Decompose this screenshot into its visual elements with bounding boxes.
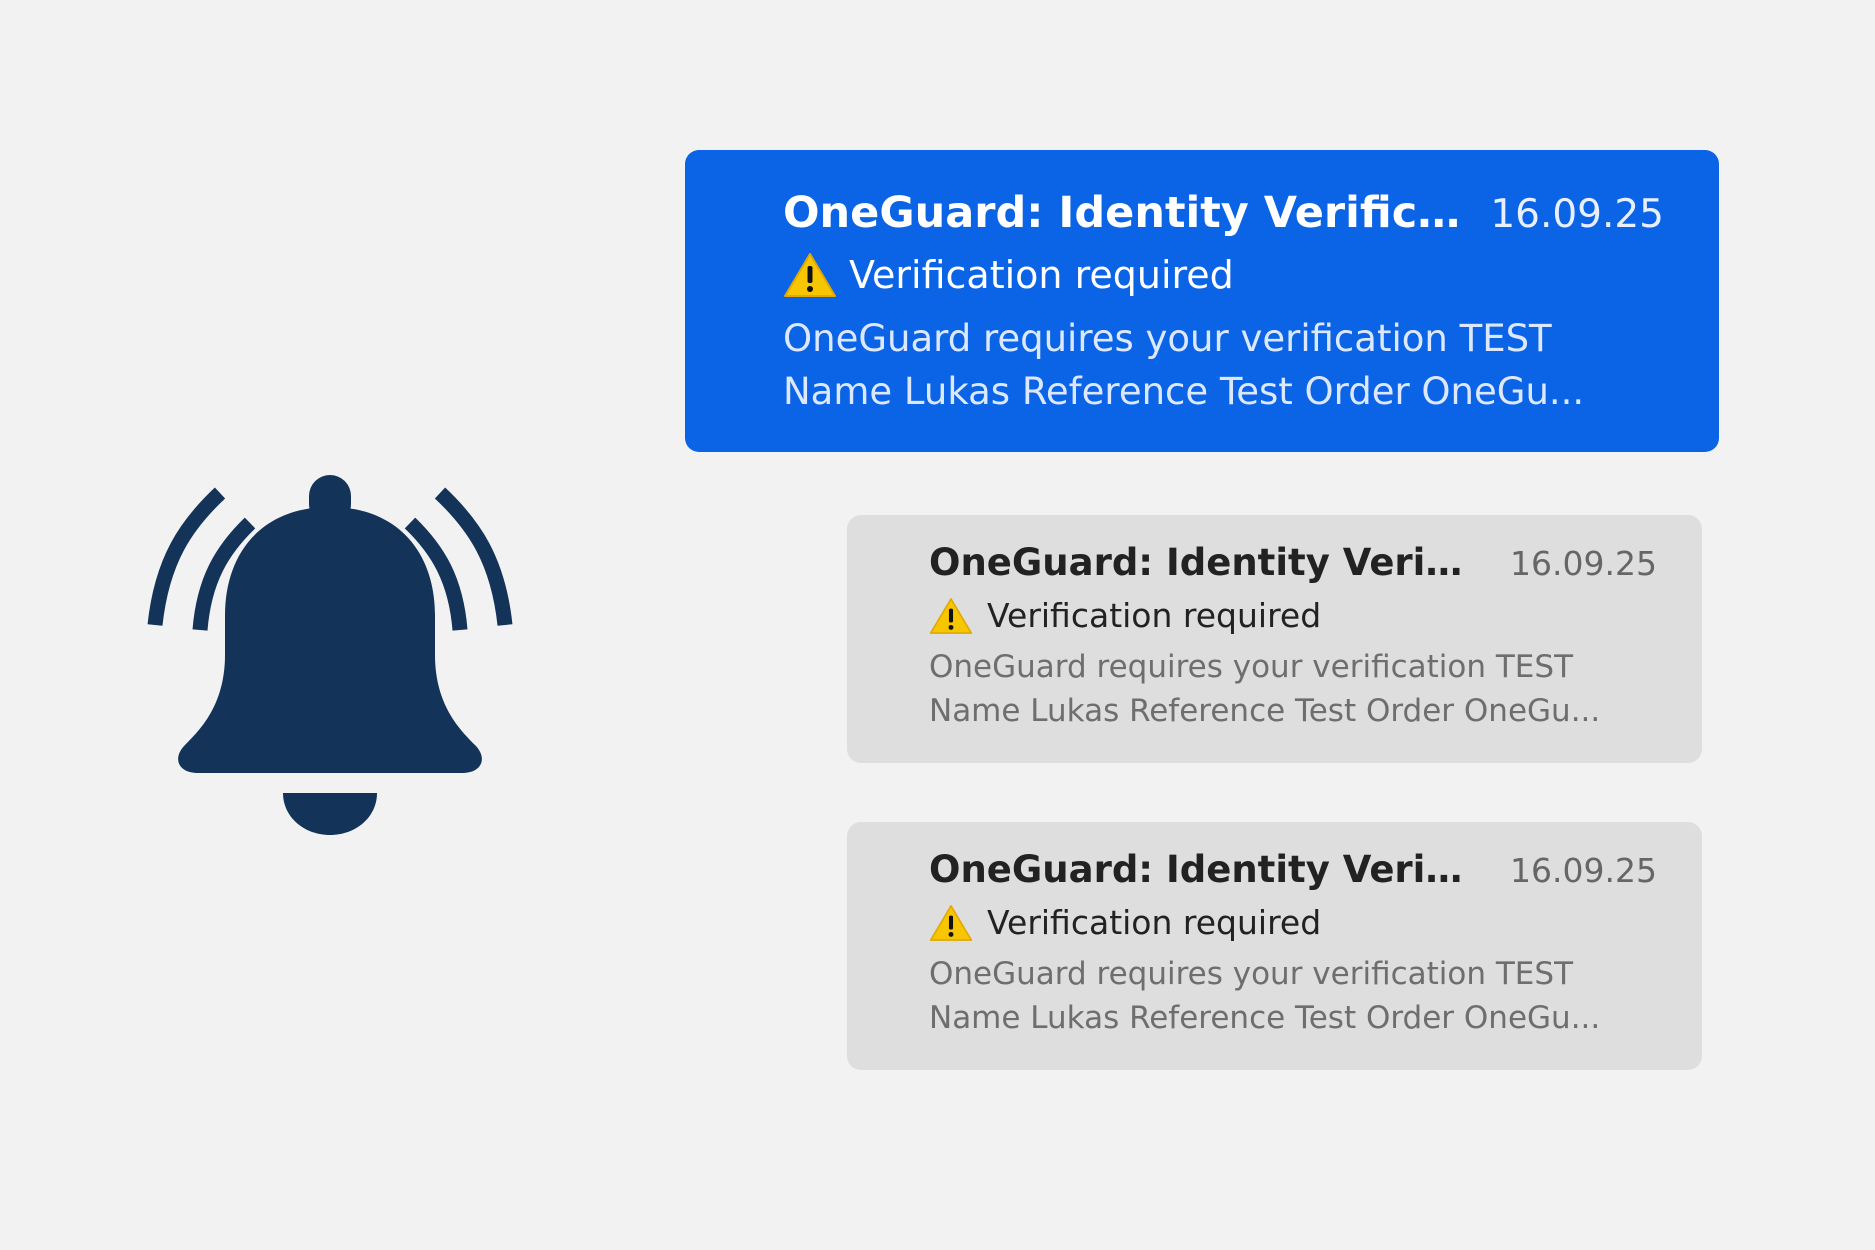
notification-title: OneGuard: Identity Verific... [929, 848, 1481, 891]
warning-icon [929, 597, 973, 634]
notification-body-line: OneGuard requires your verification TEST [783, 317, 1552, 360]
warning-icon [929, 904, 973, 941]
notification-body: OneGuard requires your verification TEST… [929, 645, 1657, 733]
notification-subtitle: Verification required [987, 596, 1322, 635]
notification-subtitle-row: Verification required [929, 596, 1657, 635]
notification-header: OneGuard: Identity Verific... 16.09.25 [929, 848, 1657, 891]
notification-subtitle-row: Verification required [929, 903, 1657, 942]
notification-body-line: Name Lukas Reference Test Order OneGu... [929, 693, 1601, 729]
warning-icon [784, 253, 836, 297]
notification-card-selected[interactable]: OneGuard: Identity Verific... 16.09.25 V… [685, 150, 1719, 452]
notification-subtitle: Verification required [987, 903, 1322, 942]
notification-header: OneGuard: Identity Verific... 16.09.25 [929, 541, 1657, 584]
notification-date: 16.09.25 [1490, 192, 1664, 237]
notification-subtitle-row: Verification required [783, 252, 1664, 298]
notification-body-line: OneGuard requires your verification TEST [929, 649, 1574, 685]
notification-title: OneGuard: Identity Verific... [783, 188, 1461, 238]
notification-title: OneGuard: Identity Verific... [929, 541, 1481, 584]
notification-card[interactable]: OneGuard: Identity Verific... 16.09.25 V… [847, 515, 1702, 763]
notification-body-line: OneGuard requires your verification TEST [929, 956, 1574, 992]
notification-header: OneGuard: Identity Verific... 16.09.25 [783, 188, 1664, 238]
notification-card[interactable]: OneGuard: Identity Verific... 16.09.25 V… [847, 822, 1702, 1070]
notification-body-line: Name Lukas Reference Test Order OneGu... [783, 370, 1585, 413]
notification-body: OneGuard requires your verification TEST… [783, 312, 1664, 418]
notification-date: 16.09.25 [1510, 544, 1657, 583]
bell-ringing-icon [147, 475, 513, 835]
notification-body: OneGuard requires your verification TEST… [929, 952, 1657, 1040]
notification-date: 16.09.25 [1510, 851, 1657, 890]
notification-subtitle: Verification required [849, 253, 1234, 297]
notification-body-line: Name Lukas Reference Test Order OneGu... [929, 1000, 1601, 1036]
